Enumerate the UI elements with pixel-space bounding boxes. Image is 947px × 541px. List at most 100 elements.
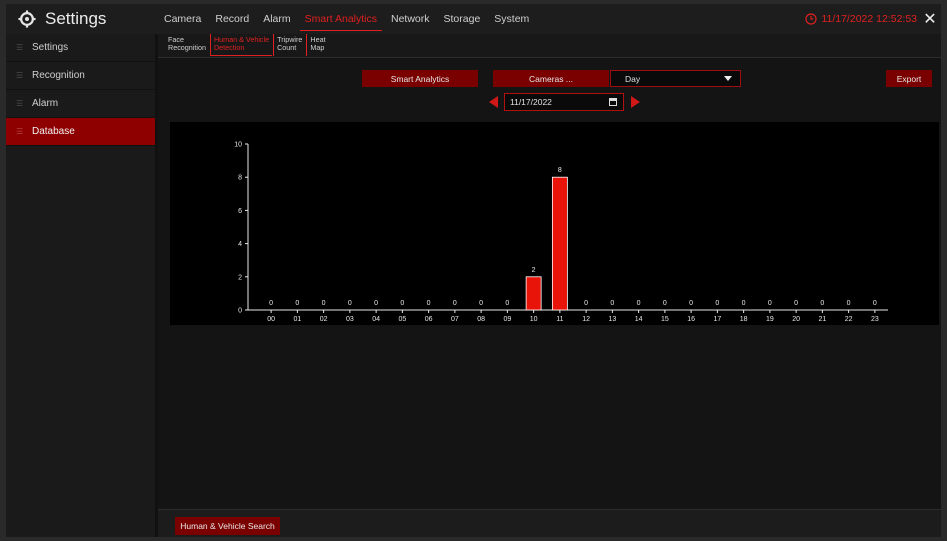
data-label: 0	[689, 300, 693, 307]
close-icon[interactable]: ✕	[921, 4, 939, 34]
data-label: 0	[427, 300, 431, 307]
data-label: 0	[505, 300, 509, 307]
top-bar: Settings Camera Record Alarm Smart Analy…	[6, 0, 941, 34]
x-tick-label: 00	[267, 316, 275, 323]
data-label: 0	[715, 300, 719, 307]
list-icon: ☰	[16, 99, 24, 108]
y-tick-label: 4	[238, 241, 242, 248]
x-tick-label: 17	[713, 316, 721, 323]
data-label: 0	[610, 300, 614, 307]
tab-face-recognition[interactable]: Face Recognition	[164, 34, 209, 56]
calendar-icon[interactable]	[609, 98, 617, 106]
data-label: 0	[794, 300, 798, 307]
nav-record[interactable]: Record	[208, 4, 256, 34]
data-label: 0	[400, 300, 404, 307]
x-tick-label: 05	[398, 316, 406, 323]
data-label: 0	[295, 300, 299, 307]
sidebar-item-alarm[interactable]: ☰ Alarm	[6, 90, 155, 118]
x-tick-label: 08	[477, 316, 485, 323]
nav-system[interactable]: System	[487, 4, 536, 34]
x-tick-label: 19	[766, 316, 774, 323]
x-tick-label: 02	[320, 316, 328, 323]
data-label: 0	[269, 300, 273, 307]
previous-date-icon[interactable]	[489, 96, 498, 108]
tab-label: Detection	[213, 43, 245, 52]
x-tick-label: 12	[582, 316, 590, 323]
nav-camera[interactable]: Camera	[157, 4, 208, 34]
x-tick-label: 16	[687, 316, 695, 323]
tab-label: Count	[277, 43, 297, 52]
x-tick-label: 09	[503, 316, 511, 323]
data-label: 0	[820, 300, 824, 307]
settings-logo: Settings	[6, 4, 157, 34]
date-value: 11/17/2022	[510, 97, 552, 107]
sidebar-item-label: Database	[32, 126, 75, 137]
app-title: Settings	[45, 9, 107, 28]
tab-tripwire-count[interactable]: Tripwire Count	[273, 34, 305, 56]
data-label: 0	[742, 300, 746, 307]
sidebar-item-recognition[interactable]: ☰ Recognition	[6, 62, 155, 90]
data-label: 0	[322, 300, 326, 307]
clock-icon	[805, 13, 818, 25]
chart-bar	[525, 276, 542, 311]
tab-label: Map	[310, 43, 325, 52]
y-tick-label: 10	[234, 142, 242, 149]
data-label: 0	[637, 300, 641, 307]
x-tick-label: 01	[293, 316, 301, 323]
x-tick-label: 22	[845, 316, 853, 323]
list-icon: ☰	[16, 43, 24, 52]
x-tick-label: 04	[372, 316, 380, 323]
data-label: 0	[873, 300, 877, 307]
data-label: 0	[479, 300, 483, 307]
x-tick-label: 20	[792, 316, 800, 323]
data-label: 2	[532, 267, 536, 274]
list-icon: ☰	[16, 127, 24, 136]
export-button[interactable]: Export	[886, 70, 932, 87]
hourly-bar-chart: 0 2 4 6 8 10 00 0 01 0 02 0 03 0 04 0 05 0 06 0 07 0 08 0 09 0 10 2…	[170, 122, 939, 325]
cameras-button[interactable]: Cameras ...	[493, 70, 609, 87]
next-date-icon[interactable]	[631, 96, 640, 108]
data-label: 0	[768, 300, 772, 307]
sidebar-item-settings[interactable]: ☰ Settings	[6, 34, 155, 62]
x-tick-label: 15	[661, 316, 669, 323]
y-tick-label: 8	[238, 175, 242, 182]
clock-datetime: 11/17/2022 12:52:53	[821, 13, 917, 25]
y-tick-label: 6	[238, 208, 242, 215]
smart-analytics-button[interactable]: Smart Analytics	[362, 70, 478, 87]
range-select[interactable]: Day	[610, 70, 741, 87]
list-icon: ☰	[16, 71, 24, 80]
sidebar-item-label: Settings	[32, 42, 69, 53]
sidebar-item-label: Recognition	[32, 70, 85, 81]
bottom-bar: Human & Vehicle Search	[158, 509, 941, 537]
data-label: 0	[374, 300, 378, 307]
main-content: Face Recognition Human & Vehicle Detecti…	[158, 34, 941, 537]
x-tick-label: 14	[635, 316, 643, 323]
data-label: 0	[453, 300, 457, 307]
x-tick-label: 10	[530, 316, 538, 323]
x-tick-label: 23	[871, 316, 879, 323]
date-field[interactable]: 11/17/2022	[504, 93, 624, 111]
sidebar-item-label: Alarm	[32, 98, 59, 109]
sidebar: ☰ Settings ☰ Recognition ☰ Alarm ☰ Datab…	[6, 34, 155, 537]
human-vehicle-search-button[interactable]: Human & Vehicle Search	[175, 517, 280, 535]
clock: 11/17/2022 12:52:53	[805, 4, 917, 34]
data-label: 0	[847, 300, 851, 307]
nav-storage[interactable]: Storage	[437, 4, 488, 34]
tab-human-vehicle-detection[interactable]: Human & Vehicle Detection	[209, 34, 273, 56]
nav-smart-analytics[interactable]: Smart Analytics	[298, 4, 384, 34]
nav-alarm[interactable]: Alarm	[256, 4, 297, 34]
tab-heat-map[interactable]: Heat Map	[306, 34, 328, 56]
nav-network[interactable]: Network	[384, 4, 437, 34]
chart-svg: 0246810000010020030040050060070080090102…	[234, 142, 888, 323]
app-window: Settings Camera Record Alarm Smart Analy…	[0, 0, 947, 541]
tab-label: Recognition	[168, 43, 206, 52]
data-label: 0	[663, 300, 667, 307]
main-nav: Camera Record Alarm Smart Analytics Netw…	[157, 4, 536, 34]
range-select-value: Day	[625, 73, 641, 84]
gear-icon	[18, 10, 36, 28]
sidebar-item-database[interactable]: ☰ Database	[6, 118, 155, 146]
y-tick-label: 2	[238, 274, 242, 281]
x-tick-label: 21	[818, 316, 826, 323]
sub-tabs: Face Recognition Human & Vehicle Detecti…	[158, 34, 941, 58]
x-tick-label: 06	[425, 316, 433, 323]
